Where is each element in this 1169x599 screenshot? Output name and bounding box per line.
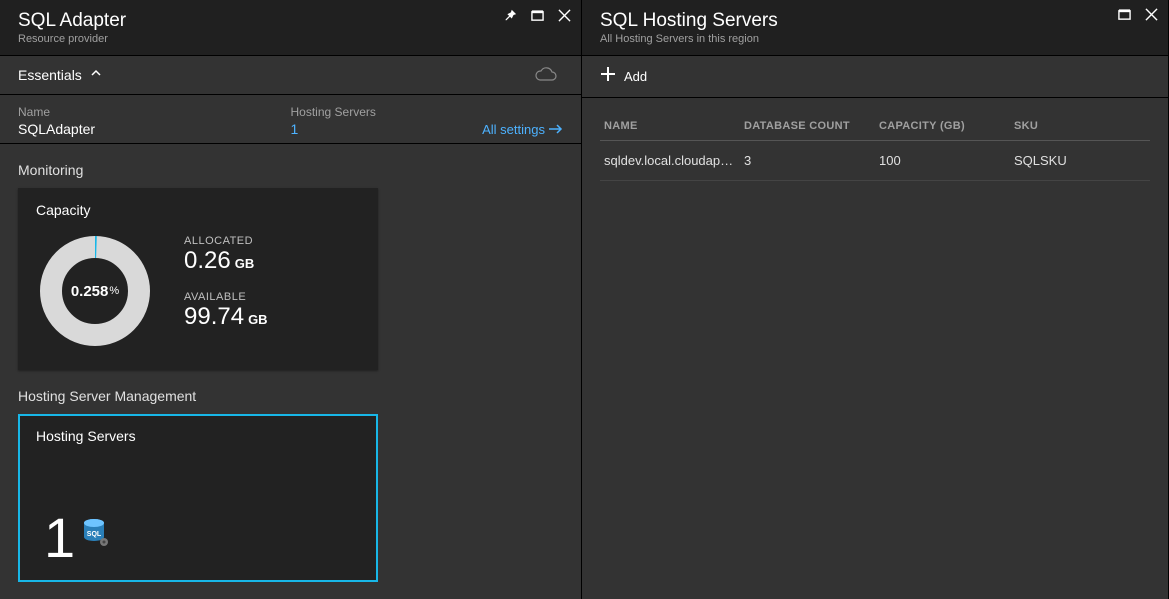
capacity-body: 0.258% ALLOCATED 0.26GB AVAILABLE 99.74G…: [36, 232, 360, 350]
capacity-tile[interactable]: Capacity 0.258% ALLOCATED 0.26GB: [18, 188, 378, 370]
all-settings-label: All settings: [482, 122, 545, 137]
blade-header: SQL Adapter Resource provider: [0, 0, 581, 56]
essentials-toggle[interactable]: Essentials: [0, 56, 581, 95]
hosting-count: 1 SQL: [44, 495, 109, 570]
summary-name: Name SQLAdapter: [18, 105, 291, 137]
available-stat: AVAILABLE 99.74GB: [184, 291, 268, 331]
allocated-label: ALLOCATED: [184, 235, 268, 247]
hosting-count-value: 1: [44, 505, 75, 570]
allocated-stat: ALLOCATED 0.26GB: [184, 235, 268, 275]
hosting-servers-label: Hosting Servers: [291, 105, 564, 119]
monitoring-label: Monitoring: [0, 144, 581, 188]
col-name[interactable]: NAME: [604, 120, 744, 132]
maximize-icon[interactable]: [531, 9, 544, 27]
maximize-icon[interactable]: [1118, 8, 1131, 26]
mgmt-label: Hosting Server Management: [0, 370, 581, 414]
blade-body: NAME DATABASE COUNT CAPACITY (GB) SKU sq…: [582, 98, 1168, 599]
name-value: SQLAdapter: [18, 121, 291, 137]
donut-percent-symbol: %: [109, 285, 119, 297]
add-label: Add: [624, 69, 647, 84]
col-sku[interactable]: SKU: [1014, 120, 1146, 132]
sql-adapter-blade: SQL Adapter Resource provider Essentials: [0, 0, 582, 599]
pin-icon[interactable]: [503, 8, 517, 27]
hosting-servers-tile[interactable]: Hosting Servers 1 SQL: [18, 414, 378, 582]
available-label: AVAILABLE: [184, 291, 268, 303]
close-icon[interactable]: [1145, 8, 1158, 26]
cloud-icon: [533, 66, 559, 89]
blade-subtitle: Resource provider: [18, 33, 563, 45]
capacity-title: Capacity: [36, 202, 360, 218]
servers-grid: NAME DATABASE COUNT CAPACITY (GB) SKU sq…: [582, 112, 1168, 181]
capacity-stats: ALLOCATED 0.26GB AVAILABLE 99.74GB: [184, 235, 268, 347]
allocated-value: 0.26GB: [184, 247, 268, 275]
sql-database-icon: SQL: [81, 495, 109, 560]
arrow-right-icon: [549, 122, 563, 137]
chevron-up-icon: [90, 66, 102, 84]
grid-header: NAME DATABASE COUNT CAPACITY (GB) SKU: [600, 112, 1150, 141]
essentials-summary: Name SQLAdapter Hosting Servers 1 All se…: [0, 95, 581, 144]
blade-body: Essentials Name SQLAdapter Hosting Serve…: [0, 56, 581, 599]
blade-title: SQL Hosting Servers: [600, 10, 1150, 32]
essentials-label: Essentials: [18, 67, 82, 83]
cell-db: 3: [744, 153, 879, 168]
name-label: Name: [18, 105, 291, 119]
col-database-count[interactable]: DATABASE COUNT: [744, 120, 879, 132]
blade-subtitle: All Hosting Servers in this region: [600, 33, 1150, 45]
donut-percent: 0.258: [71, 283, 109, 300]
blade-controls: [503, 8, 571, 27]
blade-title: SQL Adapter: [18, 10, 563, 32]
blade-controls: [1118, 8, 1158, 26]
sql-hosting-servers-blade: SQL Hosting Servers All Hosting Servers …: [582, 0, 1169, 599]
all-settings-link[interactable]: All settings: [482, 122, 563, 137]
close-icon[interactable]: [558, 9, 571, 27]
svg-text:SQL: SQL: [87, 531, 102, 538]
donut-center: 0.258%: [36, 232, 154, 350]
capacity-donut: 0.258%: [36, 232, 154, 350]
cell-name: sqldev.local.cloudapp....: [604, 153, 744, 168]
add-button[interactable]: Add: [582, 56, 1168, 98]
cell-sku: SQLSKU: [1014, 153, 1146, 168]
hosting-tile-title: Hosting Servers: [36, 428, 360, 444]
blade-header: SQL Hosting Servers All Hosting Servers …: [582, 0, 1168, 56]
plus-icon: [600, 66, 616, 87]
table-row[interactable]: sqldev.local.cloudapp.... 3 100 SQLSKU: [600, 141, 1150, 181]
cell-cap: 100: [879, 153, 1014, 168]
col-capacity[interactable]: CAPACITY (GB): [879, 120, 1014, 132]
available-value: 99.74GB: [184, 303, 268, 331]
